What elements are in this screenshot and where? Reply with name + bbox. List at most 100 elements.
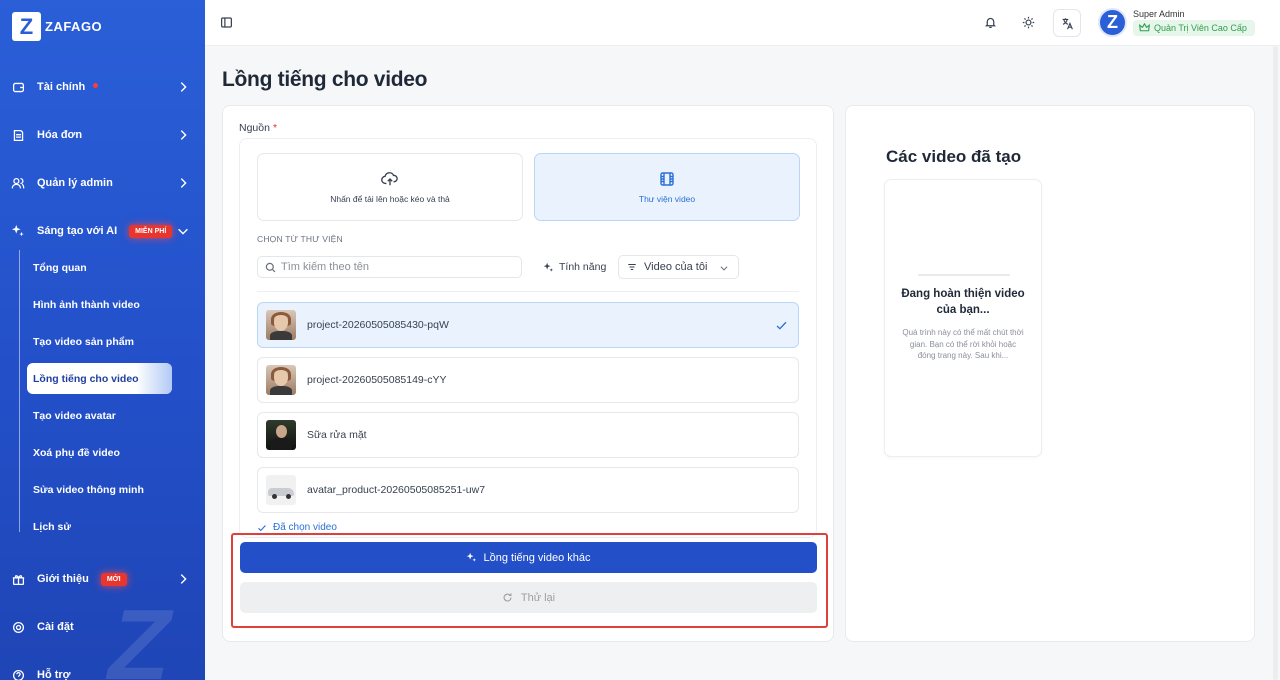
page-title: Lồng tiếng cho video — [222, 68, 428, 91]
sidebar-item-label: Sáng tạo với AI — [37, 225, 118, 237]
search-input[interactable] — [281, 261, 511, 273]
wallet-icon — [11, 80, 25, 94]
video-list-item[interactable]: project-20260505085149-cYY — [257, 357, 799, 403]
dub-another-video-button[interactable]: Lồng tiếng video khác — [240, 542, 817, 573]
notifications-button[interactable] — [976, 8, 1004, 36]
submenu-line — [19, 250, 20, 532]
feature-button-label: Tính năng — [559, 261, 607, 273]
invoice-icon — [11, 128, 25, 142]
user-name: Super Admin — [1133, 9, 1185, 19]
generating-description: Quá trình này có thể mất chút thời gian.… — [902, 328, 1024, 360]
sidebar-subitem-avatar-video[interactable]: Tạo video avatar — [27, 400, 172, 431]
language-button[interactable] — [1053, 9, 1081, 37]
notification-dot — [93, 82, 99, 88]
generated-videos-title: Các video đã tạo — [886, 147, 1022, 166]
sidebar-subitem-dubbing[interactable]: Lồng tiếng cho video — [27, 363, 172, 394]
library-section-label: CHỌN TỪ THƯ VIỆN — [257, 234, 343, 244]
sidebar-subitem-image-to-video[interactable]: Hình ảnh thành video — [27, 289, 172, 320]
video-thumbnail — [266, 310, 296, 340]
sidebar-subitem-product-video[interactable]: Tạo video sản phẩm — [27, 326, 172, 357]
video-thumbnail — [266, 475, 296, 505]
selected-video-note: Đã chọn video — [257, 522, 337, 533]
sidebar-item-ai[interactable]: Sáng tạo với AI MIỄN PHÍ — [0, 216, 205, 246]
sidebar: Z ZAFAGO Z Tài chính Hóa đơn Quản lý adm… — [0, 0, 205, 680]
users-icon — [11, 176, 25, 190]
sidebar-item-label: Hỗ trợ — [37, 669, 71, 680]
new-badge: MỚI — [100, 572, 127, 586]
scrollbar[interactable] — [1273, 46, 1278, 680]
sun-icon — [1022, 16, 1034, 28]
sidebar-item-label: Cài đặt — [37, 621, 74, 633]
video-name: project-20260505085430-pqW — [307, 319, 449, 331]
support-icon — [11, 668, 25, 680]
role-badge: Quản Trị Viên Cao Cấp — [1133, 20, 1255, 36]
bell-icon — [984, 17, 996, 28]
theme-toggle-button[interactable] — [1014, 8, 1042, 36]
upload-option-label: Nhấn để tải lên hoặc kéo và thả — [330, 193, 450, 204]
sidebar-item-support[interactable]: Hỗ trợ — [0, 660, 205, 680]
video-thumbnail — [266, 420, 296, 450]
sidebar-item-referral[interactable]: Giới thiệu MỚI — [0, 564, 205, 594]
topbar: Z Super Admin Quản Trị Viên Cao Cấp — [205, 0, 1280, 46]
library-option-label: Thư viện video — [638, 193, 696, 204]
sidebar-item-invoice[interactable]: Hóa đơn — [0, 120, 205, 150]
selected-note-text: Đã chọn video — [273, 522, 337, 533]
upload-cloud-icon — [381, 171, 398, 185]
video-thumbnail — [266, 365, 296, 395]
progress-bar — [918, 274, 1010, 276]
toggle-sidebar-button[interactable] — [212, 8, 240, 36]
sidebar-subitem-smart-edit[interactable]: Sửa video thông minh — [27, 474, 172, 505]
chevron-right-icon — [180, 574, 187, 584]
video-list-item[interactable]: avatar_product-20260505085251-uw7 — [257, 467, 799, 513]
sidebar-item-label: Tài chính — [37, 81, 86, 93]
sidebar-subitem-remove-subtitles[interactable]: Xoá phụ đề video — [27, 437, 172, 468]
chevron-right-icon — [180, 130, 187, 140]
upload-option[interactable]: Nhấn để tải lên hoặc kéo và thả — [257, 153, 523, 221]
refresh-icon — [503, 593, 512, 602]
generating-title: Đang hoàn thiện video của bạn... — [901, 288, 1025, 316]
video-name: project-20260505085149-cYY — [307, 374, 447, 386]
filter-value: Video của tôi — [644, 261, 708, 273]
sidebar-item-admin[interactable]: Quản lý admin — [0, 168, 205, 198]
logo-text: ZAFAGO — [45, 19, 103, 34]
sidebar-item-label: Hóa đơn — [37, 129, 83, 141]
video-list-item[interactable]: Sữa rửa mặt — [257, 412, 799, 458]
required-mark: * — [272, 122, 278, 134]
logo[interactable]: Z ZAFAGO — [12, 12, 102, 41]
sidebar-item-finance[interactable]: Tài chính — [0, 72, 205, 102]
gear-icon — [11, 620, 25, 634]
video-list-item[interactable]: project-20260505085430-pqW — [257, 302, 799, 348]
sidebar-item-settings[interactable]: Cài đặt — [0, 612, 205, 642]
gift-icon — [11, 572, 25, 586]
sparkles-icon — [11, 224, 25, 238]
retry-button[interactable]: Thử lại — [240, 582, 817, 613]
film-icon — [660, 171, 674, 186]
search-field[interactable] — [257, 256, 522, 278]
sidebar-item-label: Quản lý admin — [37, 177, 113, 189]
library-option[interactable]: Thư viện video — [534, 153, 800, 221]
generating-video-card — [884, 179, 1042, 457]
logo-mark: Z — [12, 12, 41, 41]
sparkles-icon — [467, 552, 477, 562]
translate-icon — [1062, 17, 1073, 29]
check-icon — [776, 321, 787, 330]
search-icon — [265, 262, 276, 272]
retry-button-label: Thử lại — [520, 591, 556, 604]
free-badge: MIỄN PHÍ — [129, 224, 173, 238]
check-icon — [258, 524, 266, 531]
filter-icon — [628, 264, 636, 270]
sidebar-subitem-history[interactable]: Lịch sử — [27, 511, 172, 542]
avatar[interactable]: Z — [1098, 8, 1127, 37]
sparkles-icon — [543, 262, 553, 272]
chevron-down-icon — [720, 266, 728, 271]
sidebar-toggle-icon — [220, 16, 232, 28]
crown-icon — [1139, 23, 1150, 32]
chevron-right-icon — [180, 178, 187, 188]
primary-button-label: Lồng tiếng video khác — [483, 551, 591, 564]
owner-filter-select[interactable]: Video của tôi — [618, 255, 739, 279]
feature-filter-button[interactable]: Tính năng — [537, 256, 612, 278]
sidebar-subitem-overview[interactable]: Tổng quan — [27, 252, 172, 283]
divider — [257, 291, 799, 292]
source-label-text: Nguồn — [239, 122, 270, 134]
video-name: avatar_product-20260505085251-uw7 — [307, 484, 486, 496]
